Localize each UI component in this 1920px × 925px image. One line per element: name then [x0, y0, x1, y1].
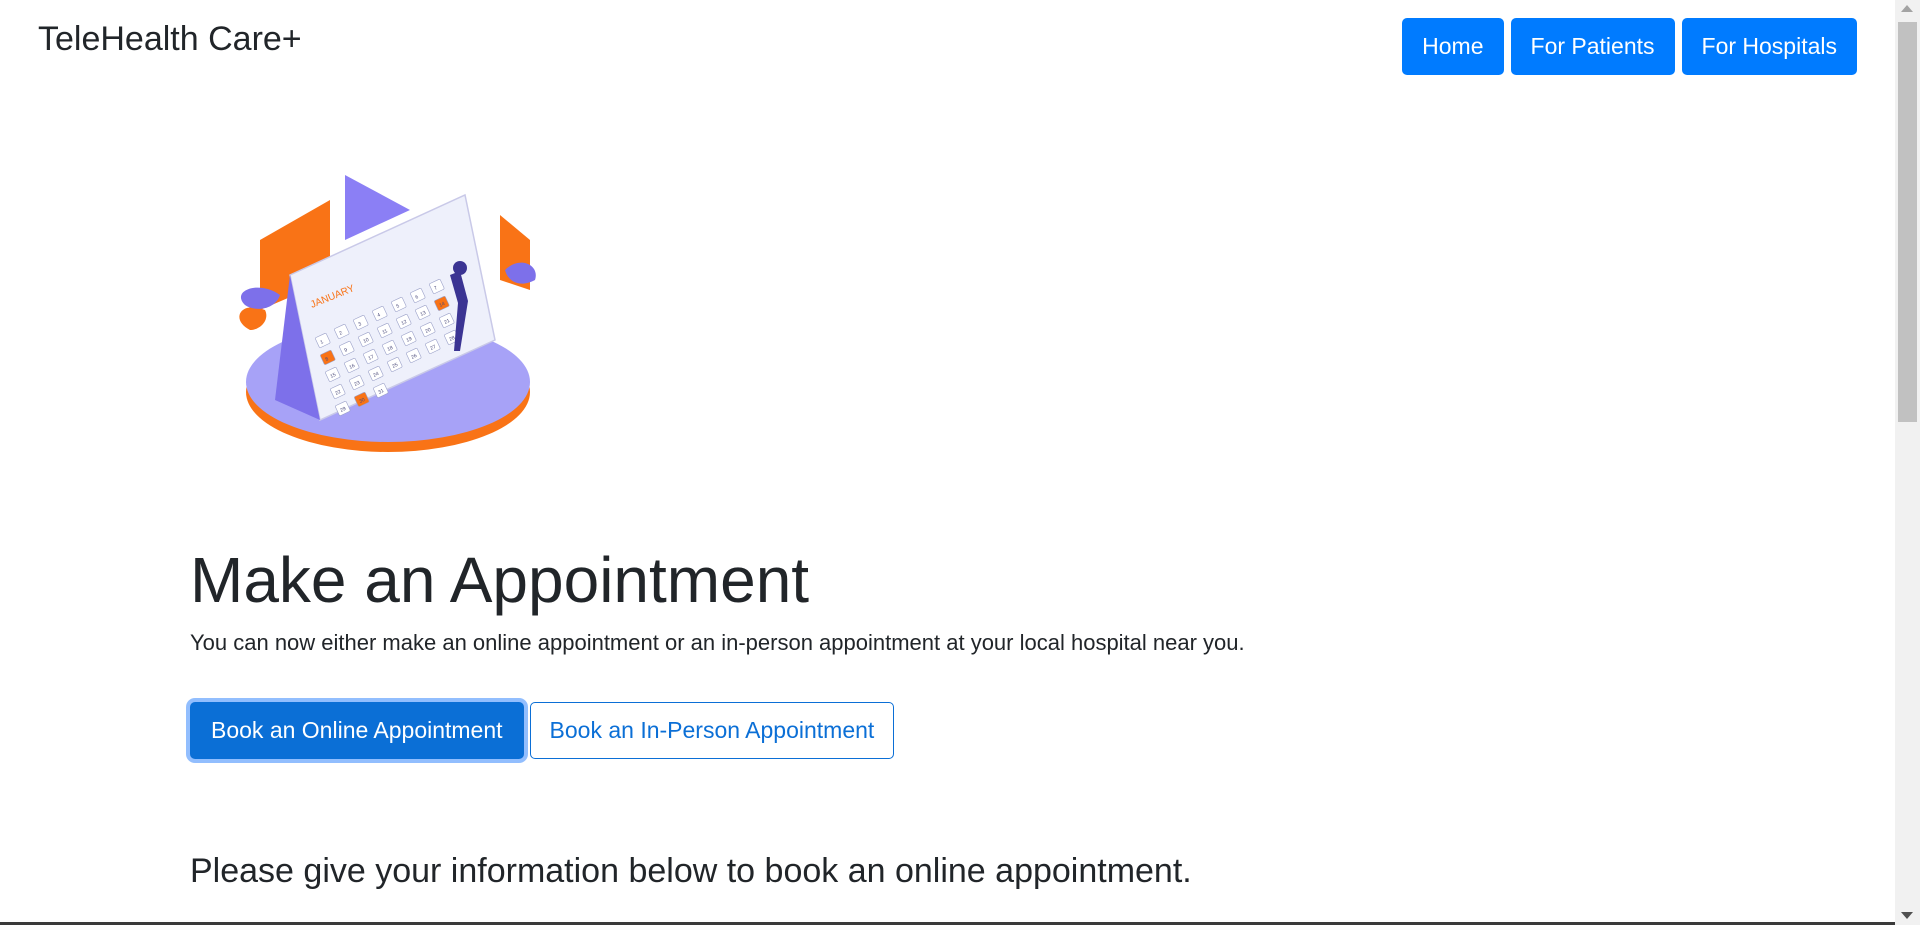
- appointment-actions: Book an Online Appointment Book an In-Pe…: [190, 702, 1690, 759]
- nav-home-button[interactable]: Home: [1402, 18, 1504, 75]
- main-content: Make an Appointment You can now either m…: [190, 540, 1690, 759]
- vertical-scrollbar[interactable]: [1895, 0, 1920, 925]
- navbar: TeleHealth Care+ Home For Patients For H…: [0, 0, 1895, 95]
- scroll-up-arrow-icon[interactable]: [1901, 5, 1913, 12]
- scrollbar-thumb[interactable]: [1898, 22, 1917, 422]
- calendar-illustration: JANUARY 12345678910111213141516171819202…: [239, 175, 536, 452]
- book-online-appointment-button[interactable]: Book an Online Appointment: [190, 702, 524, 759]
- nav-for-patients-button[interactable]: For Patients: [1510, 18, 1675, 75]
- form-heading: Please give your information below to bo…: [190, 852, 1192, 890]
- brand-logo[interactable]: TeleHealth Care+: [38, 20, 302, 59]
- book-in-person-appointment-button[interactable]: Book an In-Person Appointment: [529, 702, 895, 759]
- page-subtitle: You can now either make an online appoin…: [190, 630, 1245, 655]
- nav-for-hospitals-button[interactable]: For Hospitals: [1681, 18, 1857, 75]
- page-title: Make an Appointment: [190, 544, 810, 616]
- scroll-down-arrow-icon[interactable]: [1901, 912, 1913, 919]
- nav-links: Home For Patients For Hospitals: [1402, 18, 1857, 75]
